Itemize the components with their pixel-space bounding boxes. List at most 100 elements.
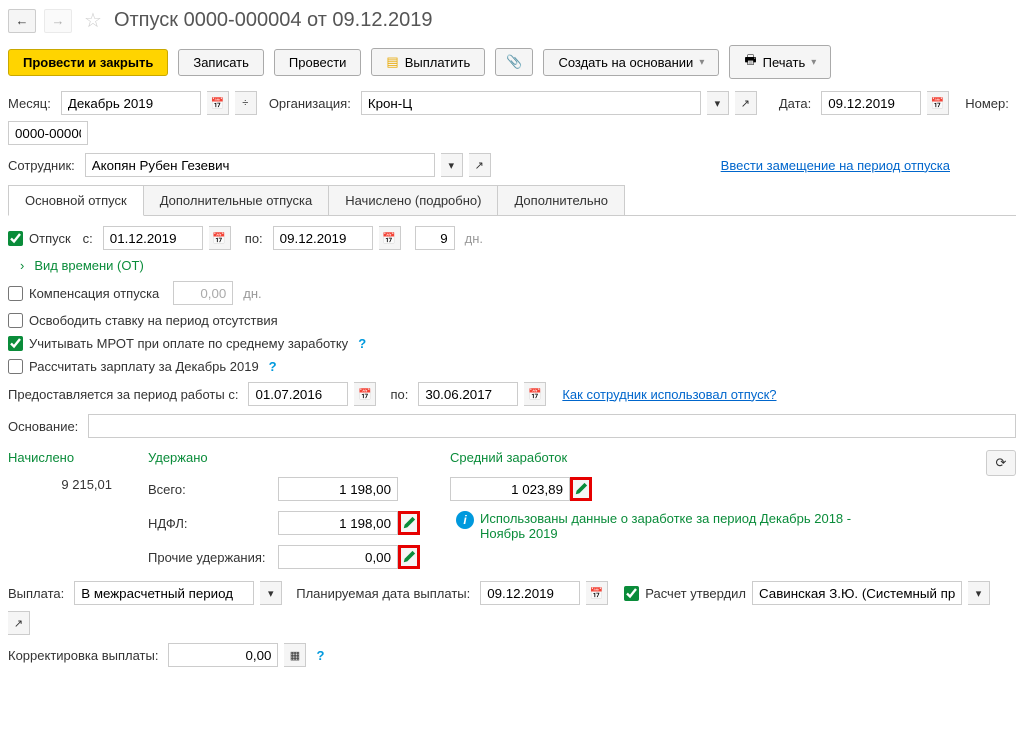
org-open-icon[interactable]: ↗ — [735, 91, 757, 115]
planned-date-input[interactable] — [480, 581, 580, 605]
other-label: Прочие удержания: — [148, 550, 268, 565]
period-to-input[interactable] — [418, 382, 518, 406]
avg-edit-icon[interactable] — [570, 477, 592, 501]
date-input[interactable] — [821, 91, 921, 115]
vacation-checkbox[interactable] — [8, 231, 23, 246]
post-button[interactable]: Провести — [274, 49, 362, 76]
to-label: по: — [245, 231, 263, 246]
approved-open-icon[interactable]: ↗ — [8, 611, 30, 635]
forward-button[interactable]: → — [44, 9, 72, 33]
date-label: Дата: — [779, 96, 811, 111]
compensation-checkbox[interactable] — [8, 286, 23, 301]
payment-label: Выплата: — [8, 586, 64, 601]
tab-main-vacation[interactable]: Основной отпуск — [8, 185, 144, 216]
avg-header: Средний заработок — [450, 450, 860, 465]
release-rate-label: Освободить ставку на период отсутствия — [29, 313, 278, 328]
vacation-checkbox-label: Отпуск — [29, 231, 71, 246]
correction-label: Корректировка выплаты: — [8, 648, 158, 663]
chevron-right-icon[interactable]: › — [20, 258, 24, 273]
create-based-button[interactable]: Создать на основании — [543, 49, 719, 76]
mrot-checkbox[interactable] — [8, 336, 23, 351]
days-input[interactable] — [415, 226, 455, 250]
time-type-link[interactable]: Вид времени (ОТ) — [34, 258, 143, 273]
approved-input[interactable] — [752, 581, 962, 605]
basis-input[interactable] — [88, 414, 1016, 438]
from-label: с: — [83, 231, 93, 246]
ndfl-label: НДФЛ: — [148, 516, 268, 531]
correction-help-icon[interactable]: ? — [316, 648, 324, 663]
compensation-input[interactable] — [173, 281, 233, 305]
org-label: Организация: — [269, 96, 351, 111]
vacation-to-input[interactable] — [273, 226, 373, 250]
days-unit: дн. — [465, 231, 483, 246]
refresh-button[interactable]: ⟳ — [986, 450, 1016, 476]
save-button[interactable]: Записать — [178, 49, 264, 76]
payment-input[interactable] — [74, 581, 254, 605]
post-and-close-button[interactable]: Провести и закрыть — [8, 49, 168, 76]
tab-additional-vacation[interactable]: Дополнительные отпуска — [143, 185, 330, 215]
employee-input[interactable] — [85, 153, 435, 177]
vacation-from-input[interactable] — [103, 226, 203, 250]
employee-open-icon[interactable]: ↗ — [469, 153, 491, 177]
recalc-help-icon[interactable]: ? — [269, 359, 277, 374]
substitution-link[interactable]: Ввести замещение на период отпуска — [721, 158, 950, 173]
recalc-label: Рассчитать зарплату за Декабрь 2019 — [29, 359, 259, 374]
printer-icon: 🖶 — [744, 51, 756, 73]
tab-bar: Основной отпуск Дополнительные отпуска Н… — [8, 185, 1016, 216]
org-input[interactable] — [361, 91, 701, 115]
total-value[interactable] — [278, 477, 398, 501]
other-value[interactable] — [278, 545, 398, 569]
release-rate-checkbox[interactable] — [8, 313, 23, 328]
withheld-header: Удержано — [148, 450, 420, 465]
mrot-label: Учитывать МРОТ при оплате по среднему за… — [29, 336, 348, 351]
mrot-help-icon[interactable]: ? — [358, 336, 366, 351]
ndfl-edit-icon[interactable] — [398, 511, 420, 535]
org-dropdown-icon[interactable]: ▾ — [707, 91, 729, 115]
employee-dropdown-icon[interactable]: ▾ — [441, 153, 463, 177]
accrued-header: Начислено — [8, 450, 118, 465]
back-button[interactable]: ← — [8, 9, 36, 33]
period-to-label: по: — [390, 387, 408, 402]
correction-input[interactable] — [168, 643, 278, 667]
date-calendar-icon[interactable]: 📅 — [927, 91, 949, 115]
info-text: Использованы данные о заработке за перио… — [480, 511, 860, 541]
attach-button[interactable]: 📎 — [495, 48, 533, 76]
basis-label: Основание: — [8, 419, 78, 434]
total-label: Всего: — [148, 482, 268, 497]
month-stepper-icon[interactable]: ÷ — [235, 91, 257, 115]
correction-calc-icon[interactable]: ▦ — [284, 643, 306, 667]
month-label: Месяц: — [8, 96, 51, 111]
period-label: Предоставляется за период работы с: — [8, 387, 238, 402]
ndfl-value[interactable] — [278, 511, 398, 535]
star-icon[interactable]: ☆ — [84, 8, 102, 33]
period-from-input[interactable] — [248, 382, 348, 406]
period-from-calendar-icon[interactable]: 📅 — [354, 382, 376, 406]
page-title: Отпуск 0000-000004 от 09.12.2019 — [114, 9, 433, 32]
compensation-unit: дн. — [243, 286, 261, 301]
tab-accrued-detail[interactable]: Начислено (подробно) — [328, 185, 498, 215]
month-calendar-icon[interactable]: 📅 — [207, 91, 229, 115]
recalc-checkbox[interactable] — [8, 359, 23, 374]
payment-dropdown-icon[interactable]: ▾ — [260, 581, 282, 605]
period-to-calendar-icon[interactable]: 📅 — [524, 382, 546, 406]
print-button[interactable]: 🖶Печать — [729, 45, 831, 79]
usage-link[interactable]: Как сотрудник использовал отпуск? — [562, 387, 776, 402]
employee-label: Сотрудник: — [8, 158, 75, 173]
approved-dropdown-icon[interactable]: ▾ — [968, 581, 990, 605]
from-calendar-icon[interactable]: 📅 — [209, 226, 231, 250]
compensation-label: Компенсация отпуска — [29, 286, 159, 301]
tab-extra[interactable]: Дополнительно — [497, 185, 625, 215]
other-edit-icon[interactable] — [398, 545, 420, 569]
approved-checkbox[interactable] — [624, 586, 639, 601]
pay-button[interactable]: ▤Выплатить — [371, 48, 485, 76]
accrued-value: 9 215,01 — [8, 477, 118, 492]
month-input[interactable] — [61, 91, 201, 115]
to-calendar-icon[interactable]: 📅 — [379, 226, 401, 250]
number-label: Номер: — [965, 96, 1009, 111]
avg-value[interactable] — [450, 477, 570, 501]
planned-date-label: Планируемая дата выплаты: — [296, 586, 470, 601]
approved-label: Расчет утвердил — [645, 586, 746, 601]
number-input[interactable] — [8, 121, 88, 145]
info-icon: i — [456, 511, 474, 529]
planned-calendar-icon[interactable]: 📅 — [586, 581, 608, 605]
